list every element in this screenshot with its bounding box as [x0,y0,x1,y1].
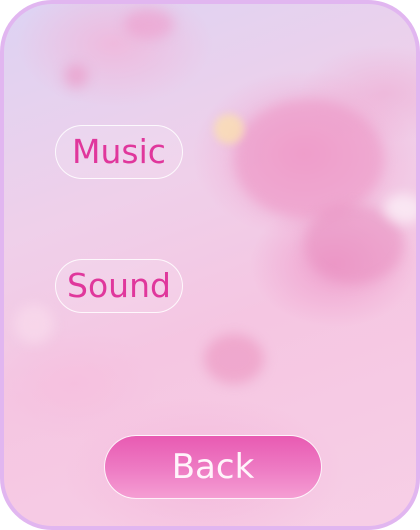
background-cloud [14,304,54,344]
background-cloud [64,64,88,88]
music-toggle-button[interactable]: Music [55,125,183,179]
background-cloud [124,9,174,39]
settings-panel: Music Sound Back [0,0,420,530]
background-light [214,114,244,144]
back-button[interactable]: Back [104,435,322,499]
background-cloud [384,194,416,224]
sound-toggle-button[interactable]: Sound [55,259,183,313]
background-cloud [204,334,264,384]
background-cloud [234,99,384,219]
